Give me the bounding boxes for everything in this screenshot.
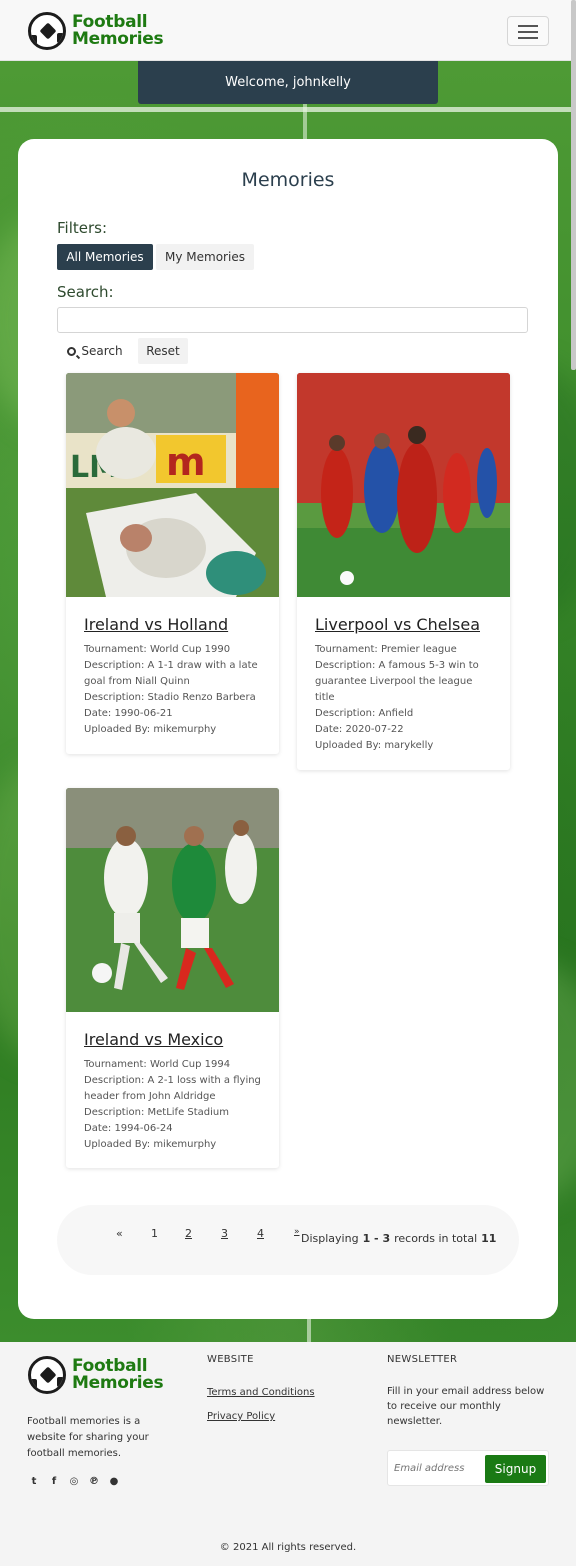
football-icon [28, 1356, 66, 1394]
pinterest-icon[interactable]: ℗ [87, 1474, 101, 1488]
footer: Football Memories Football memories is a… [0, 1342, 576, 1566]
brand-logo[interactable]: Football Memories [28, 12, 164, 50]
memory-date: Date: 1994-06-24 [84, 1123, 173, 1134]
newsletter-text: Fill in your email address below to rece… [387, 1386, 545, 1427]
pagination-total: 11 [481, 1232, 497, 1245]
newsletter-form: Signup [387, 1450, 549, 1486]
memory-card[interactable]: Ireland vs Mexico Tournament: World Cup … [66, 788, 279, 1168]
memory-venue: Description: Anfield [315, 708, 414, 719]
pagination-page[interactable]: 2 [185, 1227, 192, 1240]
facebook-icon[interactable]: f [47, 1474, 61, 1488]
memory-uploader: Uploaded By: mikemurphy [84, 1139, 217, 1150]
memory-uploader: Uploaded By: mikemurphy [84, 724, 217, 735]
all-memories-button[interactable]: All Memories [57, 244, 153, 270]
email-field[interactable] [394, 1455, 482, 1481]
memory-date: Date: 1990-06-21 [84, 708, 173, 719]
footer-brand-name: Football Memories [72, 1356, 164, 1393]
memory-tournament: Tournament: World Cup 1994 [84, 1059, 231, 1070]
pagination: « 1 2 3 4 » Displaying 1 - 3 records in to… [57, 1205, 519, 1275]
football-icon [28, 12, 66, 50]
pagination-prev[interactable]: « [116, 1227, 123, 1240]
pagination-summary: Displaying 1 - 3 records in total 11 [301, 1232, 497, 1245]
website-heading: WEBSITE [207, 1354, 254, 1365]
newsletter-heading: NEWSLETTER [387, 1354, 458, 1365]
search-button[interactable]: Search [58, 338, 132, 364]
memory-photo [297, 373, 510, 597]
memory-details: Tournament: World Cup 1990 Description: … [84, 642, 264, 738]
svg-text:m: m [166, 440, 206, 484]
terms-link[interactable]: Terms and Conditions [207, 1387, 315, 1398]
signup-button[interactable]: Signup [485, 1455, 546, 1483]
search-label: Search: [57, 283, 114, 301]
twitter-icon[interactable]: t [27, 1474, 41, 1488]
reset-button[interactable]: Reset [138, 338, 188, 364]
memory-description: Description: A 1-1 draw with a late goal… [84, 660, 258, 687]
brand-line2: Memories [72, 29, 164, 49]
memory-tournament: Tournament: Premier league [315, 644, 457, 655]
memory-card[interactable]: m LM Ireland vs Holland Tournament: Worl… [66, 373, 279, 754]
pagination-range: 1 - 3 [362, 1232, 391, 1245]
filters-label: Filters: [57, 219, 108, 237]
memory-photo [66, 788, 279, 1012]
privacy-link[interactable]: Privacy Policy [207, 1411, 275, 1422]
welcome-banner: Welcome, johnkelly [138, 61, 438, 104]
scrollbar[interactable] [571, 0, 576, 370]
memory-card[interactable]: Liverpool vs Chelsea Tournament: Premier… [297, 373, 510, 770]
footer-logo[interactable]: Football Memories [28, 1356, 164, 1394]
social-links: t f ◎ ℗ ● [27, 1474, 121, 1488]
memory-venue: Description: Stadio Renzo Barbera [84, 692, 256, 703]
memory-uploader: Uploaded By: marykelly [315, 740, 434, 751]
snapchat-icon[interactable]: ● [107, 1474, 121, 1488]
memory-date: Date: 2020-07-22 [315, 724, 404, 735]
search-button-label: Search [81, 344, 123, 358]
brand-name: Football Memories [72, 14, 164, 49]
pagination-next[interactable]: » [294, 1227, 300, 1237]
instagram-icon[interactable]: ◎ [67, 1474, 81, 1488]
memory-description: Description: A famous 5-3 win to guarant… [315, 660, 479, 703]
memory-details: Tournament: World Cup 1994 Description: … [84, 1057, 264, 1153]
hamburger-icon [518, 25, 538, 27]
memory-title-link[interactable]: Ireland vs Holland [84, 615, 228, 634]
memory-title-link[interactable]: Liverpool vs Chelsea [315, 615, 480, 634]
pagination-page[interactable]: 1 [151, 1227, 158, 1240]
pagination-page[interactable]: 4 [257, 1227, 264, 1240]
copyright: © 2021 All rights reserved. [219, 1542, 357, 1553]
memory-description: Description: A 2-1 loss with a flying he… [84, 1075, 261, 1102]
memories-panel: Memories Filters: All Memories My Memori… [18, 139, 558, 1319]
memory-tournament: Tournament: World Cup 1990 [84, 644, 231, 655]
page-title: Memories [241, 169, 335, 191]
my-memories-button[interactable]: My Memories [156, 244, 254, 270]
menu-toggle-button[interactable] [507, 16, 549, 46]
search-input[interactable] [57, 307, 528, 333]
memory-title-link[interactable]: Ireland vs Mexico [84, 1030, 223, 1049]
footer-about: Football memories is a website for shari… [27, 1416, 149, 1459]
navbar: Football Memories [0, 0, 576, 61]
search-icon [67, 346, 77, 356]
memory-photo: m LM [66, 373, 279, 597]
pagination-page[interactable]: 3 [221, 1227, 228, 1240]
memory-details: Tournament: Premier league Description: … [315, 642, 495, 754]
memory-venue: Description: MetLife Stadium [84, 1107, 230, 1118]
